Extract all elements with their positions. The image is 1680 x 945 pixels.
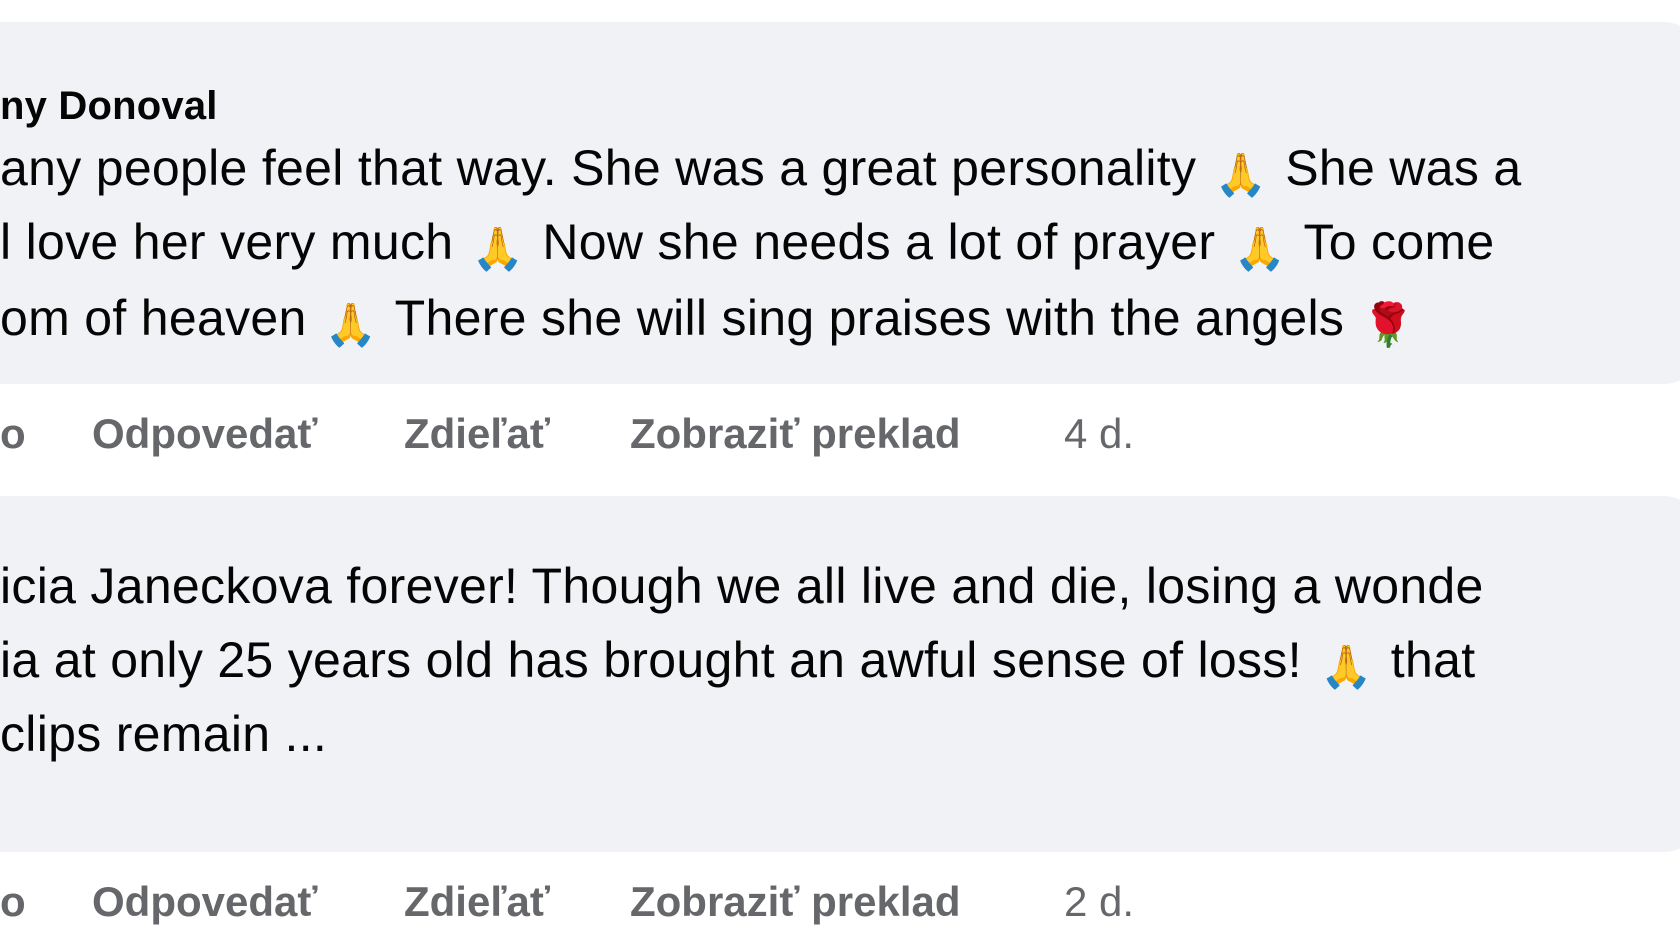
comment-text-line: ia at only 25 years old has brought an a… xyxy=(0,630,1475,692)
comment-text-line: om of heaven 🙏 There she will sing prais… xyxy=(0,288,1419,350)
comment-text-line: l love her very much 🙏 Now she needs a l… xyxy=(0,212,1495,274)
comments-thread: ny Donoval any people feel that way. She… xyxy=(0,0,1680,945)
see-translation-button[interactable]: Zobraziť preklad xyxy=(630,404,961,464)
like-button[interactable]: o xyxy=(0,872,26,932)
praying-hands-icon: 🙏 xyxy=(1233,225,1287,272)
share-button[interactable]: Zdieľať xyxy=(404,404,550,464)
praying-hands-icon: 🙏 xyxy=(471,225,525,272)
share-button[interactable]: Zdieľať xyxy=(404,872,550,932)
comment-text-line: clips remain ... xyxy=(0,706,328,762)
praying-hands-icon: 🙏 xyxy=(1320,643,1373,690)
reply-button[interactable]: Odpovedať xyxy=(92,872,317,932)
see-translation-button[interactable]: Zobraziť preklad xyxy=(630,872,961,932)
comment-bubble: icia Janeckova forever! Though we all li… xyxy=(0,496,1680,852)
comment-text-line: icia Janeckova forever! Though we all li… xyxy=(0,558,1484,614)
praying-hands-icon: 🙏 xyxy=(324,301,378,348)
like-button[interactable]: o xyxy=(0,404,26,464)
praying-hands-icon: 🙏 xyxy=(1214,151,1268,198)
comment-text-line: any people feel that way. She was a grea… xyxy=(0,138,1521,200)
comment-author[interactable]: ny Donoval xyxy=(0,82,218,130)
rose-icon: 🌹 xyxy=(1362,301,1415,348)
reply-button[interactable]: Odpovedať xyxy=(92,404,317,464)
comment-bubble: ny Donoval any people feel that way. She… xyxy=(0,22,1680,384)
comment-timestamp[interactable]: 2 d. xyxy=(1064,872,1134,932)
comment-timestamp[interactable]: 4 d. xyxy=(1064,404,1134,464)
